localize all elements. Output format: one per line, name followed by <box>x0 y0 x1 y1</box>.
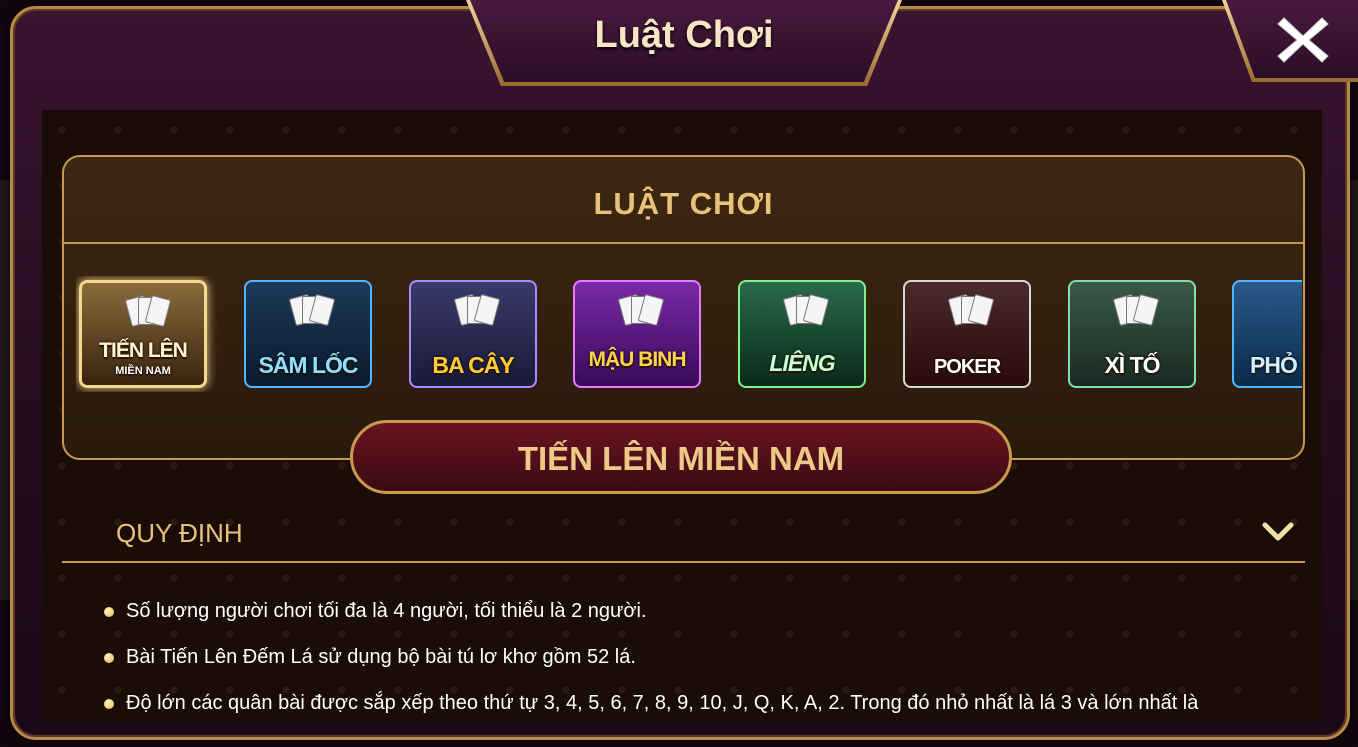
rule-item: Độ lớn các quân bài được sắp xếp theo th… <box>100 690 1310 736</box>
section-header-quy-dinh[interactable]: QUY ĐỊNH <box>62 508 1305 562</box>
cards-icon <box>945 293 995 330</box>
game-tile-xi-to[interactable]: XÌ TỐ <box>1068 280 1196 388</box>
game-tile-label: LIÊNG <box>769 350 835 376</box>
panel-title: LUẬT CHƠI <box>593 186 774 221</box>
game-tile-label: PHỎ <box>1250 352 1298 378</box>
game-tile-label: SÂM LỐC <box>258 352 358 378</box>
game-list[interactable]: TIẾN LÊN MIỀN NAM SÂM LỐC BA CÂY MẬU BIN… <box>76 276 1302 392</box>
game-tile-poker[interactable]: POKER <box>903 280 1031 388</box>
bullet-icon <box>104 699 114 709</box>
game-tile-label: TIẾN LÊN <box>99 339 188 362</box>
background-edge-right <box>1350 180 1358 600</box>
chevron-down-icon[interactable] <box>1262 520 1294 544</box>
panel-divider <box>62 242 1305 244</box>
game-tile-mau-binh[interactable]: MẬU BINH <box>573 280 701 388</box>
close-icon <box>1277 17 1329 63</box>
close-button[interactable] <box>1272 12 1334 68</box>
rule-item: Số lượng người chơi tối đa là 4 người, t… <box>100 598 1310 644</box>
cards-icon <box>615 293 665 330</box>
game-tile-tien-len-mien-nam[interactable]: TIẾN LÊN MIỀN NAM <box>79 280 207 388</box>
game-tile-sam-loc[interactable]: SÂM LỐC <box>244 280 372 388</box>
cards-icon <box>451 293 501 330</box>
rule-item: Bài Tiến Lên Đếm Lá sử dụng bộ bài tú lơ… <box>100 644 1310 690</box>
bullet-icon <box>104 653 114 663</box>
rule-text: Độ lớn các quân bài được sắp xếp theo th… <box>126 692 1199 714</box>
game-tile-label: POKER <box>933 356 1001 378</box>
bullet-icon <box>104 607 114 617</box>
cards-icon <box>122 294 172 331</box>
game-tile-lieng[interactable]: LIÊNG <box>738 280 866 388</box>
section-divider <box>62 561 1305 563</box>
section-label: QUY ĐỊNH <box>116 518 243 548</box>
cards-icon <box>1110 293 1160 330</box>
game-tile-pho[interactable]: PHỎ <box>1232 280 1302 388</box>
dialog-title: Luật Chơi <box>594 14 774 56</box>
rule-text: Bài Tiến Lên Đếm Lá sử dụng bộ bài tú lơ… <box>126 646 636 668</box>
game-tile-sublabel: MIỀN NAM <box>115 365 171 377</box>
cards-icon <box>286 293 336 330</box>
rule-text: Số lượng người chơi tối đa là 4 người, t… <box>126 600 647 622</box>
game-tile-ba-cay[interactable]: BA CÂY <box>409 280 537 388</box>
cards-icon <box>780 293 830 330</box>
background-edge-left <box>0 180 10 600</box>
selected-game-title: TIẾN LÊN MIỀN NAM <box>517 440 845 477</box>
game-tile-label: MẬU BINH <box>588 348 687 371</box>
game-tile-label: BA CÂY <box>432 352 514 378</box>
rules-list: Số lượng người chơi tối đa là 4 người, t… <box>100 598 1310 736</box>
game-tile-label: XÌ TỐ <box>1104 352 1160 378</box>
